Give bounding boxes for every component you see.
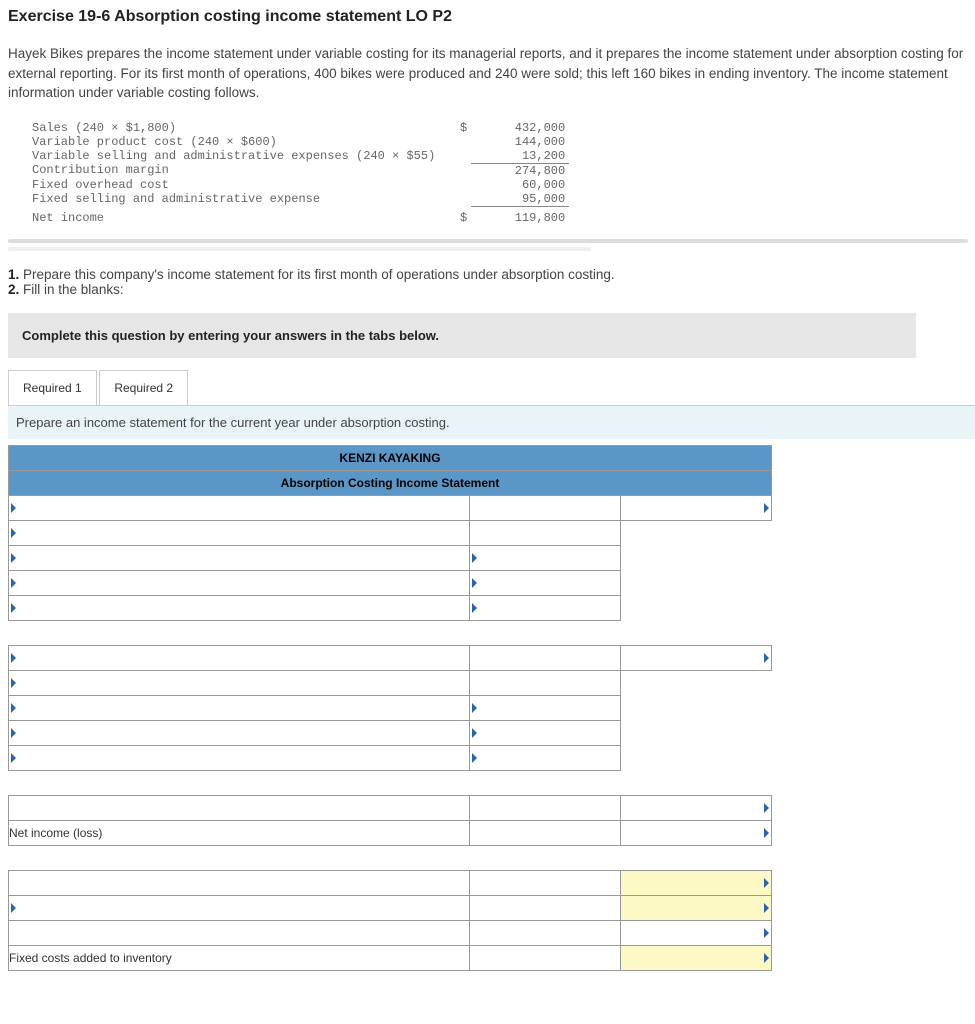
fixed-costs-label: Fixed costs added to inventory bbox=[9, 945, 470, 970]
vc-row-label: Fixed overhead cost bbox=[28, 178, 456, 192]
row-amount-dropdown[interactable] bbox=[470, 696, 620, 720]
vc-row-label: Sales (240 × $1,800) bbox=[28, 121, 456, 135]
row-amount-dropdown[interactable] bbox=[470, 746, 620, 770]
row-amount-dropdown[interactable] bbox=[470, 596, 620, 620]
vc-row-amount: 13,200 bbox=[471, 149, 569, 164]
question-list: 1. Prepare this company's income stateme… bbox=[8, 267, 968, 297]
row-amount-dropdown[interactable] bbox=[470, 546, 620, 570]
tab-required-1[interactable]: Required 1 bbox=[8, 370, 97, 406]
row-label-dropdown[interactable] bbox=[9, 546, 469, 570]
row-amount-dropdown[interactable] bbox=[470, 721, 620, 745]
row-label-dropdown[interactable] bbox=[9, 596, 469, 620]
divider bbox=[8, 247, 591, 251]
row-amount-dropdown[interactable] bbox=[470, 571, 620, 595]
row-amount-dropdown[interactable] bbox=[621, 921, 771, 945]
statement-title-header: Absorption Costing Income Statement bbox=[9, 470, 772, 495]
vc-row-label: Fixed selling and administrative expense bbox=[28, 192, 456, 207]
vc-row-label: Variable selling and administrative expe… bbox=[28, 149, 456, 164]
complete-question-instruction: Complete this question by entering your … bbox=[8, 313, 916, 358]
row-label-dropdown[interactable] bbox=[9, 646, 469, 670]
tab-bar: Required 1 Required 2 bbox=[8, 370, 968, 406]
variable-costing-statement: Sales (240 × $1,800)$432,000Variable pro… bbox=[28, 121, 569, 225]
row-label-dropdown[interactable] bbox=[9, 521, 469, 545]
row-label-dropdown[interactable] bbox=[9, 696, 469, 720]
row-amount-input[interactable] bbox=[621, 896, 771, 920]
tab-required-2[interactable]: Required 2 bbox=[99, 370, 188, 406]
net-income-amount[interactable] bbox=[621, 821, 771, 845]
row-amount-input[interactable] bbox=[621, 871, 771, 895]
intro-paragraph: Hayek Bikes prepares the income statemen… bbox=[8, 44, 968, 103]
question-1: Prepare this company's income statement … bbox=[23, 267, 615, 282]
row-label-dropdown[interactable] bbox=[9, 571, 469, 595]
vc-row-amount: 60,000 bbox=[471, 178, 569, 192]
vc-row-label: Variable product cost (240 × $600) bbox=[28, 135, 456, 149]
vc-row-amount: 274,800 bbox=[471, 163, 569, 178]
net-income-label: Net income (loss) bbox=[9, 820, 470, 845]
fixed-costs-amount[interactable] bbox=[621, 946, 771, 970]
row-label-dropdown[interactable] bbox=[9, 671, 469, 695]
vc-row-amount: 119,800 bbox=[471, 211, 569, 225]
row-amount-dropdown[interactable] bbox=[621, 646, 771, 670]
divider bbox=[8, 239, 968, 243]
exercise-title: Exercise 19-6 Absorption costing income … bbox=[8, 8, 968, 26]
row-label-dropdown[interactable] bbox=[9, 721, 469, 745]
company-header: KENZI KAYAKING bbox=[9, 445, 772, 470]
vc-row-amount: 95,000 bbox=[471, 192, 569, 207]
vc-row-amount: 144,000 bbox=[471, 135, 569, 149]
vc-row-label: Contribution margin bbox=[28, 163, 456, 178]
vc-row-amount: 432,000 bbox=[471, 121, 569, 135]
row-label-dropdown[interactable] bbox=[9, 896, 469, 920]
tab-sub-instruction: Prepare an income statement for the curr… bbox=[8, 405, 975, 439]
row-amount-dropdown[interactable] bbox=[621, 496, 771, 520]
answer-table: KENZI KAYAKING Absorption Costing Income… bbox=[8, 445, 772, 971]
row-label-dropdown[interactable] bbox=[9, 746, 469, 770]
vc-row-label: Net income bbox=[28, 211, 456, 225]
row-label-dropdown[interactable] bbox=[9, 496, 469, 520]
question-2: Fill in the blanks: bbox=[23, 282, 124, 297]
row-amount-dropdown[interactable] bbox=[621, 796, 771, 820]
